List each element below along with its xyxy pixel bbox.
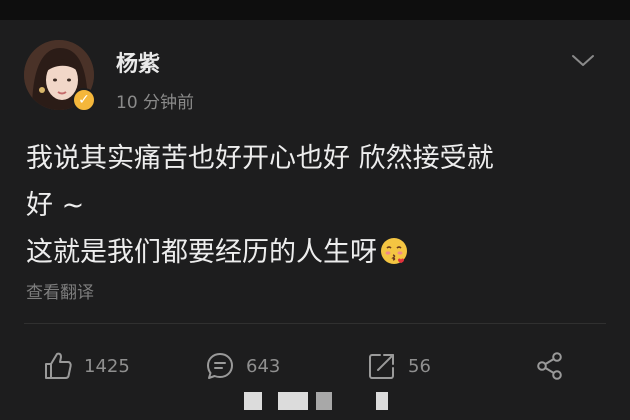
- like-count: 1425: [84, 355, 130, 377]
- post-line: 我说其实痛苦也好开心也好 欣然接受就: [26, 143, 494, 174]
- post-line: 这就是我们都要经历的人生呀: [26, 229, 596, 276]
- post-time: 10 分钟前: [116, 93, 195, 113]
- repost-icon: [366, 350, 398, 382]
- status-bar-area: [0, 0, 630, 20]
- verified-icon: ✓: [72, 88, 96, 112]
- share-icon: [534, 350, 566, 382]
- post-line: 好 ~: [26, 190, 85, 221]
- view-translation-link[interactable]: 查看翻译: [26, 278, 94, 303]
- thumbs-up-icon: [42, 350, 74, 382]
- pagination-dot: [316, 392, 332, 410]
- repost-button[interactable]: 56: [366, 348, 431, 384]
- divider: [24, 323, 606, 324]
- comment-button[interactable]: 643: [204, 348, 280, 384]
- pagination-dot: [278, 392, 308, 410]
- post-text: 我说其实痛苦也好开心也好 欣然接受就 好 ~ 这就是我们都要经历的人生呀: [26, 135, 596, 276]
- comment-icon: [204, 350, 236, 382]
- chevron-down-icon[interactable]: [570, 50, 596, 70]
- author-name[interactable]: 杨紫: [116, 46, 160, 78]
- repost-count: 56: [408, 355, 431, 377]
- pagination-dot: [376, 392, 388, 410]
- like-button[interactable]: 1425: [42, 348, 130, 384]
- post-line-text: 这就是我们都要经历的人生呀: [26, 237, 377, 268]
- share-button[interactable]: [534, 348, 566, 384]
- kissing-emoji-icon: [379, 234, 409, 264]
- comment-count: 643: [246, 355, 281, 377]
- pagination-dot: [244, 392, 262, 410]
